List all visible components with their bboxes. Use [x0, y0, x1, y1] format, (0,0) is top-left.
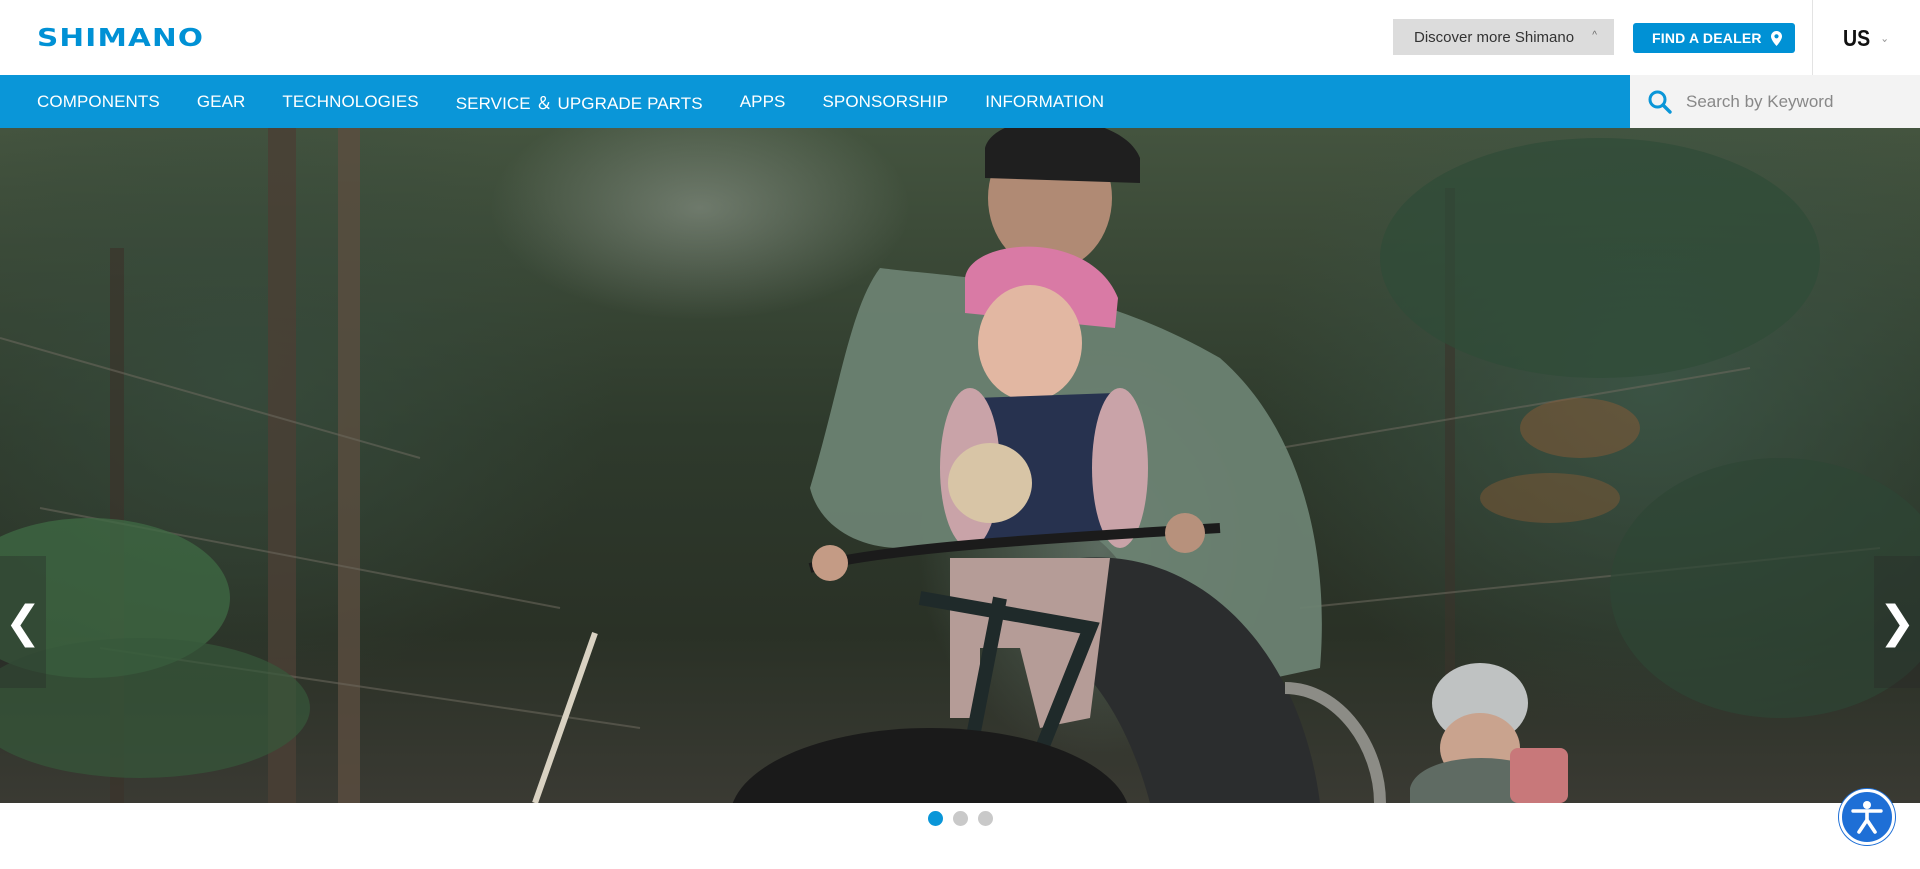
carousel-dot-1[interactable]: [928, 811, 943, 826]
hero-carousel: ❮ ❯: [0, 128, 1920, 803]
carousel-dot-2[interactable]: [953, 811, 968, 826]
region-selector[interactable]: US ⌄: [1843, 23, 1889, 53]
nav-item-service-upgrade-parts[interactable]: SERVICE ＆ UPGRADE PARTS: [456, 89, 703, 114]
discover-more-label: Discover more Shimano: [1414, 28, 1575, 46]
search-input[interactable]: [1686, 87, 1906, 117]
accessibility-icon: [1851, 801, 1883, 834]
shimano-logo[interactable]: SHIMANO: [37, 25, 204, 50]
search-bar: [1630, 75, 1920, 128]
nav-item-apps[interactable]: APPS: [740, 92, 786, 112]
map-pin-icon: [1770, 30, 1782, 46]
chevron-down-icon: ⌄: [1880, 31, 1889, 45]
discover-more-button[interactable]: Discover more Shimano ^: [1393, 19, 1614, 55]
region-label: US: [1843, 24, 1871, 51]
header-divider: [1812, 0, 1813, 75]
top-header: SHIMANO Discover more Shimano ^ FIND A D…: [0, 0, 1920, 75]
nav-menu: COMPONENTS GEAR TECHNOLOGIES SERVICE ＆ U…: [37, 75, 1141, 128]
carousel-pagination: [928, 811, 1003, 826]
find-a-dealer-label: FIND A DEALER: [1652, 30, 1762, 46]
carousel-next-button[interactable]: ❯: [1874, 556, 1920, 688]
accessibility-button[interactable]: [1839, 789, 1895, 845]
search-icon[interactable]: [1647, 89, 1673, 115]
find-a-dealer-button[interactable]: FIND A DEALER: [1633, 23, 1795, 53]
carousel-prev-button[interactable]: ❮: [0, 556, 46, 688]
nav-item-sponsorship[interactable]: SPONSORSHIP: [822, 92, 948, 112]
carousel-dot-3[interactable]: [978, 811, 993, 826]
nav-item-information[interactable]: INFORMATION: [985, 92, 1104, 112]
nav-item-components[interactable]: COMPONENTS: [37, 92, 160, 112]
chevron-up-icon: ^: [1592, 30, 1597, 41]
nav-item-technologies[interactable]: TECHNOLOGIES: [282, 92, 418, 112]
nav-item-gear[interactable]: GEAR: [197, 92, 246, 112]
hero-image: [0, 128, 1920, 803]
